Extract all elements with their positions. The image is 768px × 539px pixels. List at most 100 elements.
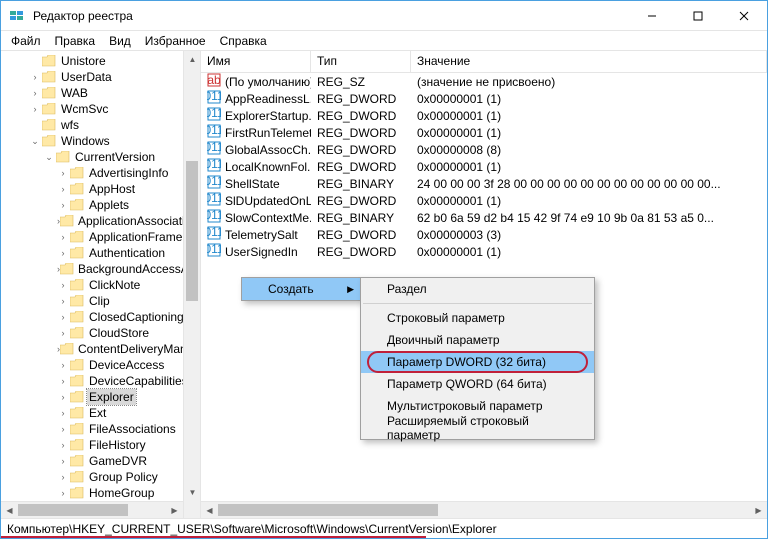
close-button[interactable]: [721, 1, 767, 30]
svg-text:011: 011: [207, 158, 221, 171]
tree-vscrollbar[interactable]: ▲ ▼: [183, 51, 200, 518]
tree-item[interactable]: ›HomeGroup: [1, 485, 200, 501]
tree-item-label: DeviceAccess: [87, 357, 166, 373]
chevron-right-icon[interactable]: ›: [57, 421, 69, 437]
chevron-down-icon[interactable]: ⌄: [43, 149, 55, 165]
ctx-item[interactable]: Расширяемый строковый параметр: [361, 417, 594, 439]
svg-text:011: 011: [207, 141, 221, 154]
list-item[interactable]: 011SlDUpdatedOnL...REG_DWORD0x00000001 (…: [201, 192, 767, 209]
tree-item-label: FileHistory: [87, 437, 148, 453]
tree-item[interactable]: ›ApplicationAssociationToasts: [1, 213, 200, 229]
menu-edit[interactable]: Правка: [49, 32, 102, 50]
menu-favorites[interactable]: Избранное: [139, 32, 212, 50]
tree-item[interactable]: › FileHistory: [1, 437, 200, 453]
folder-icon: [69, 390, 85, 404]
col-name[interactable]: Имя: [201, 51, 311, 72]
list-item[interactable]: 011FirstRunTelemet...REG_DWORD0x00000001…: [201, 124, 767, 141]
chevron-right-icon[interactable]: ›: [57, 373, 69, 389]
menu-file[interactable]: Файл: [5, 32, 47, 50]
tree-item[interactable]: ›Group Policy: [1, 469, 200, 485]
chevron-right-icon[interactable]: ›: [57, 245, 69, 261]
ctx-create[interactable]: Создать ▶: [242, 278, 360, 300]
maximize-button[interactable]: [675, 1, 721, 30]
ctx-item[interactable]: Параметр QWORD (64 бита): [361, 373, 594, 395]
list-item[interactable]: ab(По умолчанию)REG_SZ(значение не присв…: [201, 73, 767, 90]
value-type: REG_DWORD: [311, 245, 411, 259]
tree-item[interactable]: Unistore: [1, 53, 200, 69]
tree-item-label: ApplicationFrame: [87, 229, 184, 245]
tree-item[interactable]: ›ContentDeliveryManager: [1, 341, 200, 357]
chevron-right-icon[interactable]: ›: [57, 469, 69, 485]
chevron-right-icon[interactable]: ›: [29, 85, 41, 101]
col-type[interactable]: Тип: [311, 51, 411, 72]
tree-item[interactable]: ›AppHost: [1, 181, 200, 197]
tree-item[interactable]: ›BackgroundAccessApplications: [1, 261, 200, 277]
tree-item[interactable]: › WAB: [1, 85, 200, 101]
tree-item[interactable]: › ApplicationFrame: [1, 229, 200, 245]
chevron-right-icon[interactable]: ›: [57, 293, 69, 309]
tree-item[interactable]: ⌄CurrentVersion: [1, 149, 200, 165]
chevron-right-icon[interactable]: ›: [57, 453, 69, 469]
chevron-right-icon[interactable]: ›: [57, 325, 69, 341]
svg-text:011: 011: [207, 243, 221, 256]
chevron-right-icon[interactable]: ›: [57, 277, 69, 293]
tree-item[interactable]: ›FileAssociations: [1, 421, 200, 437]
menu-view[interactable]: Вид: [103, 32, 137, 50]
tree-item[interactable]: wfs: [1, 117, 200, 133]
chevron-right-icon[interactable]: ›: [57, 165, 69, 181]
binary-icon: 011: [207, 141, 221, 158]
chevron-right-icon[interactable]: ›: [29, 101, 41, 117]
chevron-right-icon[interactable]: ›: [57, 389, 69, 405]
col-value[interactable]: Значение: [411, 51, 767, 72]
tree-item[interactable]: ›WcmSvc: [1, 101, 200, 117]
chevron-right-icon[interactable]: ›: [57, 405, 69, 421]
titlebar: Редактор реестра: [1, 1, 767, 31]
list-item[interactable]: 011TelemetrySaltREG_DWORD0x00000003 (3): [201, 226, 767, 243]
tree-item[interactable]: › GameDVR: [1, 453, 200, 469]
chevron-right-icon[interactable]: ›: [29, 69, 41, 85]
value-type: REG_SZ: [311, 75, 411, 89]
tree-pane[interactable]: Unistore›UserData›WAB›WcmSvcwfs⌄Windows⌄…: [1, 51, 201, 518]
chevron-right-icon[interactable]: ›: [57, 229, 69, 245]
list-item[interactable]: 011UserSignedInREG_DWORD0x00000001 (1): [201, 243, 767, 260]
tree-hscrollbar[interactable]: ◀ ▶: [1, 501, 183, 518]
ctx-item[interactable]: Строковый параметр: [361, 307, 594, 329]
chevron-right-icon[interactable]: ›: [57, 437, 69, 453]
tree-item[interactable]: ⌄Windows: [1, 133, 200, 149]
ctx-item[interactable]: Параметр DWORD (32 бита): [361, 351, 594, 373]
list-item[interactable]: 011LocalKnownFol...REG_DWORD0x00000001 (…: [201, 158, 767, 175]
list-item[interactable]: 011ExplorerStartup...REG_DWORD0x00000001…: [201, 107, 767, 124]
tree-item[interactable]: ›Authentication: [1, 245, 200, 261]
ctx-item[interactable]: Двоичный параметр: [361, 329, 594, 351]
list-item[interactable]: 011GlobalAssocCh...REG_DWORD0x00000008 (…: [201, 141, 767, 158]
tree-item[interactable]: ›CloudStore: [1, 325, 200, 341]
tree-item[interactable]: ›Applets: [1, 197, 200, 213]
menu-help[interactable]: Справка: [214, 32, 273, 50]
list-item[interactable]: 011ShellStateREG_BINARY24 00 00 00 3f 28…: [201, 175, 767, 192]
chevron-down-icon[interactable]: ⌄: [29, 133, 41, 149]
ctx-item[interactable]: Раздел: [361, 278, 594, 300]
chevron-right-icon[interactable]: ›: [57, 181, 69, 197]
tree-item[interactable]: ›AdvertisingInfo: [1, 165, 200, 181]
list-item[interactable]: 011SlowContextMe...REG_BINARY62 b0 6a 59…: [201, 209, 767, 226]
tree-item[interactable]: ›ClosedCaptioning: [1, 309, 200, 325]
chevron-right-icon[interactable]: ›: [57, 485, 69, 501]
tree-item[interactable]: ›Clip: [1, 293, 200, 309]
tree-item-label: GameDVR: [87, 453, 149, 469]
value-name: UserSignedIn: [225, 245, 298, 259]
tree-item[interactable]: ›UserData: [1, 69, 200, 85]
tree-item[interactable]: ›Ext: [1, 405, 200, 421]
minimize-button[interactable]: [629, 1, 675, 30]
context-menu-primary: Создать ▶: [241, 277, 361, 301]
chevron-right-icon[interactable]: ›: [57, 309, 69, 325]
tree-item[interactable]: ›Explorer: [1, 389, 200, 405]
tree-item[interactable]: › DeviceAccess: [1, 357, 200, 373]
chevron-right-icon[interactable]: ›: [57, 357, 69, 373]
value-type: REG_DWORD: [311, 92, 411, 106]
tree-item[interactable]: ›ClickNote: [1, 277, 200, 293]
tree-item[interactable]: ›DeviceCapabilities: [1, 373, 200, 389]
tree-item-label: WAB: [59, 85, 90, 101]
chevron-right-icon[interactable]: ›: [57, 197, 69, 213]
list-hscrollbar[interactable]: ◀ ▶: [201, 501, 767, 518]
list-item[interactable]: 011AppReadinessL...REG_DWORD0x00000001 (…: [201, 90, 767, 107]
